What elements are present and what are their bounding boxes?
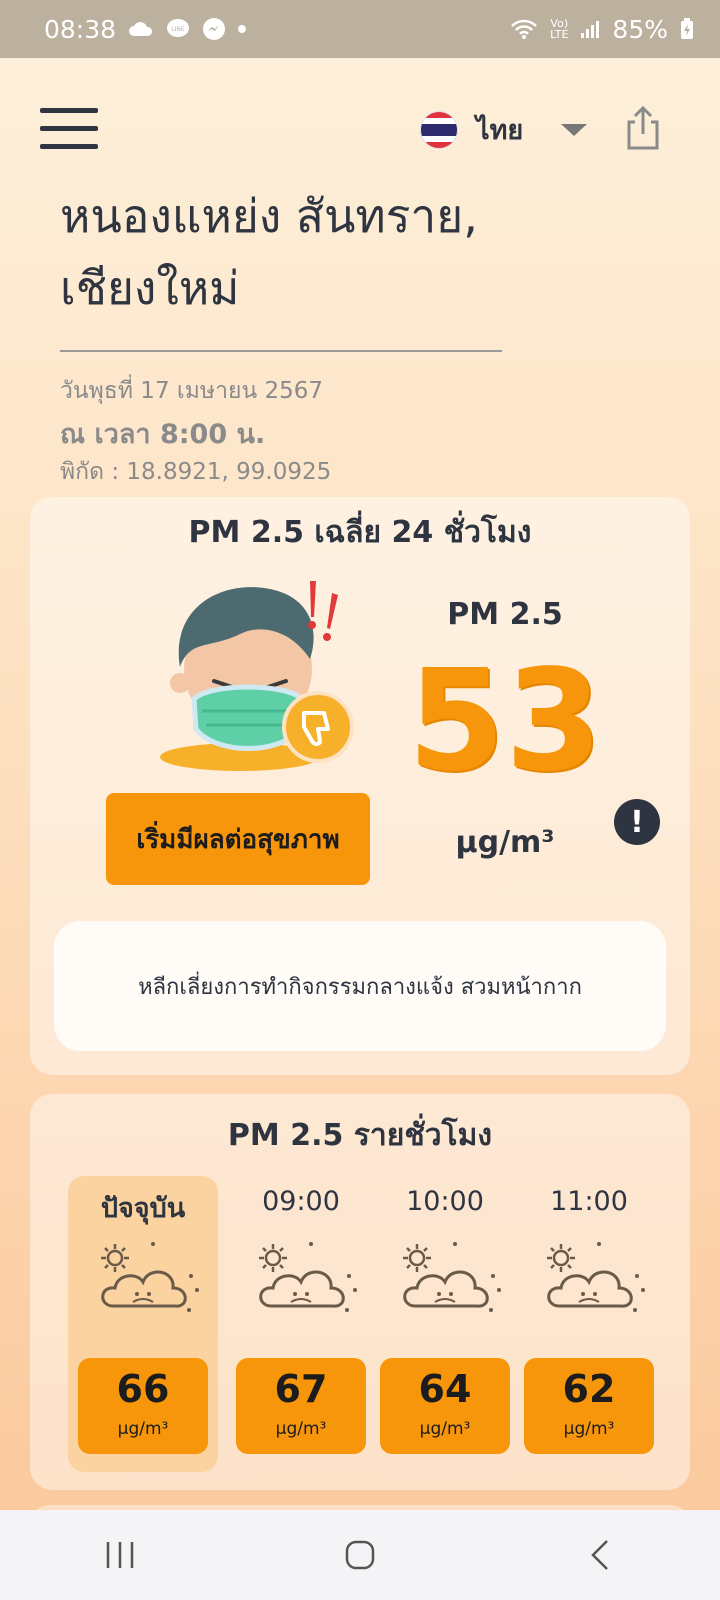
coordinates-label: พิกัด : 18.8921, 99.0925	[60, 459, 332, 485]
volte-icon: Vo) LTE	[550, 17, 569, 41]
home-icon[interactable]	[330, 1525, 390, 1585]
health-status-button[interactable]: เริ่มมีผลต่อสุขภาพ	[106, 793, 370, 885]
daily-card-title: PM 2.5 เฉลี่ย 24 ชั่วโมง	[188, 515, 532, 550]
hour-unit: µg/m³	[419, 1419, 471, 1439]
hour-value-box: 62 µg/m³	[524, 1358, 654, 1454]
hour-label: 09:00	[262, 1186, 340, 1217]
hamburger-menu-icon[interactable]	[40, 108, 98, 152]
hazy-cloud-icon	[547, 1242, 645, 1312]
hour-item-0900[interactable]: 09:00 67 µg/m³	[226, 1176, 376, 1472]
hour-value-box: 64 µg/m³	[380, 1358, 510, 1454]
hour-label: 10:00	[406, 1186, 484, 1217]
battery-charging-icon	[680, 18, 694, 40]
hour-label: 11:00	[550, 1186, 628, 1217]
notification-dot-icon	[238, 25, 247, 33]
signal-icon	[580, 19, 600, 39]
hourly-card-title: PM 2.5 รายชั่วโมง	[227, 1118, 493, 1153]
hazy-cloud-icon	[101, 1242, 199, 1312]
hour-label: ปัจจุบัน	[100, 1193, 186, 1224]
share-icon[interactable]	[623, 104, 663, 152]
hour-value: 64	[418, 1367, 472, 1411]
pm25-value: 53	[407, 640, 603, 803]
back-icon[interactable]	[570, 1525, 630, 1585]
cloud-icon	[128, 20, 154, 38]
time-label: ณ เวลา 8:00 น.	[60, 419, 266, 450]
battery-percent: 85%	[612, 14, 668, 44]
chevron-down-icon	[561, 123, 588, 136]
hazy-cloud-icon	[403, 1242, 501, 1312]
hour-item-1000[interactable]: 10:00 64 µg/m³	[370, 1176, 520, 1472]
svg-text:LINE: LINE	[171, 26, 185, 33]
hourly-list: ปัจจุบัน 66 µg/m³ 09:00 67 µg/m³ 10:00 6…	[30, 1176, 690, 1476]
hour-value-box: 66 µg/m³	[78, 1358, 208, 1454]
language-selector[interactable]: ไทย	[420, 108, 588, 151]
hour-value: 66	[116, 1367, 170, 1411]
messenger-icon	[202, 17, 226, 41]
masked-face-mascot-icon	[150, 579, 370, 779]
hour-item-current[interactable]: ปัจจุบัน 66 µg/m³	[68, 1176, 218, 1472]
wifi-icon	[510, 18, 538, 40]
hazy-cloud-icon	[259, 1242, 357, 1312]
location-title: หนองแหย่ง สันทราย, เชียงใหม่	[60, 189, 478, 315]
advice-box: หลีกเลี่ยงการทำกิจกรรมกลางแจ้ง สวมหน้ากา…	[54, 921, 666, 1051]
info-icon[interactable]: !	[614, 799, 660, 845]
line-app-icon: LINE	[166, 18, 190, 40]
divider	[60, 350, 502, 352]
hour-unit: µg/m³	[275, 1419, 327, 1439]
hour-unit: µg/m³	[117, 1419, 169, 1439]
hourly-pm25-card: PM 2.5 รายชั่วโมง ปัจจุบัน 66 µg/m³ 09:0…	[30, 1094, 690, 1490]
hour-value: 67	[274, 1367, 328, 1411]
date-label: วันพุธที่ 17 เมษายน 2567	[60, 378, 324, 404]
hour-unit: µg/m³	[563, 1419, 615, 1439]
hour-item-1100[interactable]: 11:00 62 µg/m³	[514, 1176, 664, 1472]
system-nav-bar	[0, 1510, 720, 1600]
recent-apps-icon[interactable]	[90, 1525, 150, 1585]
status-time: 08:38	[44, 14, 117, 44]
hour-value-box: 67 µg/m³	[236, 1358, 366, 1454]
pm25-unit: µg/m³	[455, 825, 555, 860]
pm25-label: PM 2.5	[447, 597, 563, 632]
hour-value: 62	[562, 1367, 616, 1411]
lte-label: LTE	[550, 28, 569, 41]
status-bar: 08:38 LINE Vo) LTE 85%	[0, 0, 720, 58]
daily-pm25-card: PM 2.5 เฉลี่ย 24 ชั่วโมง เริ่มมีผลต่อสุข…	[30, 497, 690, 1075]
thailand-flag-icon	[420, 110, 458, 149]
language-label: ไทย	[476, 115, 524, 146]
